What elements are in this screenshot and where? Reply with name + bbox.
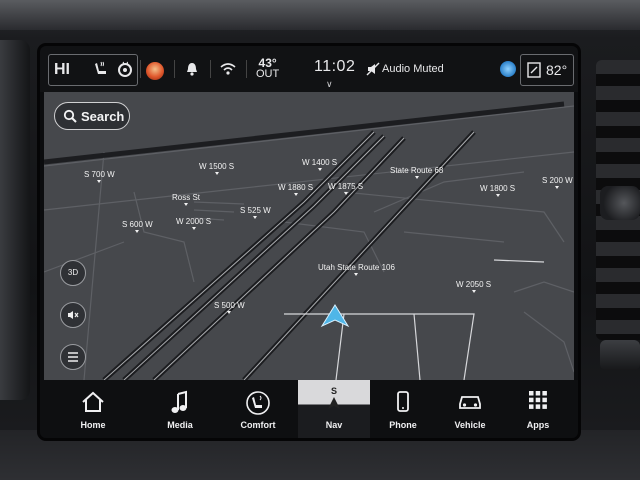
- nav-tab-label: Phone: [389, 420, 417, 430]
- nav-tab-vehicle[interactable]: Vehicle: [438, 380, 502, 438]
- road-label: W 1880 S: [278, 183, 314, 196]
- status-separator: [140, 60, 141, 78]
- road-label: W 1875 S: [328, 182, 364, 195]
- nav-tab-apps[interactable]: Apps: [506, 380, 570, 438]
- nav-tab-label: Media: [167, 420, 193, 430]
- road-label: State Route 68: [390, 166, 444, 179]
- road-label: S 700 W: [84, 170, 115, 183]
- status-separator: [174, 60, 175, 78]
- status-separator: [246, 60, 247, 78]
- nav-tab-media[interactable]: Media: [140, 380, 220, 438]
- status-bar: HI 43° OUT 11:02 ∨ Audio Muted 82°: [40, 46, 578, 92]
- vent-knob[interactable]: [600, 186, 640, 220]
- audio-status[interactable]: Audio Muted: [382, 63, 444, 75]
- road-label: S 200 W: [542, 176, 573, 189]
- menu-icon: [68, 352, 78, 362]
- road-label: S 500 W: [214, 301, 245, 314]
- nav-tab-home[interactable]: Home: [54, 380, 132, 438]
- view-3d-button[interactable]: 3D: [60, 260, 86, 286]
- dashboard-top-trim: [0, 0, 640, 30]
- road-label: W 2050 S: [456, 280, 492, 293]
- road-label: W 2000 S: [176, 217, 212, 230]
- navigation-map[interactable]: W 1500 S W 1400 S S 700 W State Route 68…: [44, 92, 574, 380]
- compass-heading: S: [330, 386, 338, 396]
- search-button[interactable]: Search: [54, 102, 130, 130]
- dashboard-left-trim: [0, 40, 30, 400]
- road-label: Ross St: [172, 193, 201, 206]
- dashboard-side-button[interactable]: [600, 340, 640, 370]
- bottom-nav-bar: Home Media Comfort S Nav Phone Vehicle A…: [40, 380, 578, 438]
- bell-icon[interactable]: [184, 61, 200, 82]
- apps-grid-icon: [528, 390, 548, 415]
- nav-tab-label: Home: [80, 420, 106, 430]
- nav-tab-label: Comfort: [240, 420, 276, 430]
- navigation-arrow-icon: [327, 396, 341, 414]
- status-separator: [210, 60, 211, 78]
- climate-icon[interactable]: [526, 61, 542, 84]
- user-avatar[interactable]: [146, 62, 164, 80]
- road-label: W 1800 S: [480, 184, 516, 197]
- speaker-muted-icon[interactable]: [366, 62, 380, 81]
- nav-tab-label: Apps: [526, 420, 550, 430]
- search-label: Search: [81, 109, 125, 124]
- comfort-seat-icon: [245, 390, 271, 421]
- nav-tab-comfort[interactable]: Comfort: [220, 380, 296, 438]
- infotainment-screen: HI 43° OUT 11:02 ∨ Audio Muted 82° W 150…: [40, 46, 578, 438]
- cabin-temperature[interactable]: 82°: [546, 62, 567, 78]
- chevron-down-icon[interactable]: ∨: [326, 79, 333, 90]
- map-roads: [44, 101, 574, 380]
- road-label: S 525 W: [240, 206, 271, 219]
- outside-temp-label: OUT: [256, 68, 280, 80]
- road-label: S 600 W: [122, 220, 153, 233]
- nav-tab-phone[interactable]: Phone: [372, 380, 434, 438]
- view-3d-label: 3D: [67, 268, 79, 277]
- mute-guidance-button[interactable]: [60, 302, 86, 328]
- map-menu-button[interactable]: [60, 344, 86, 370]
- speaker-muted-icon: [68, 311, 79, 319]
- road-label: W 1500 S: [199, 162, 235, 175]
- heated-steering-wheel-icon[interactable]: [116, 60, 134, 83]
- music-note-icon: [170, 390, 190, 421]
- hi-label[interactable]: HI: [54, 61, 70, 79]
- outside-temperature: 43° OUT: [256, 57, 280, 80]
- clock[interactable]: 11:02: [314, 58, 355, 76]
- nav-tab-label: Vehicle: [454, 420, 486, 430]
- home-icon: [80, 390, 106, 419]
- phone-icon: [395, 390, 411, 419]
- car-icon: [457, 390, 483, 417]
- wifi-icon[interactable]: [220, 62, 236, 81]
- alexa-icon[interactable]: [500, 61, 516, 77]
- road-label: Utah State Route 106: [318, 263, 395, 276]
- nav-tab-nav[interactable]: S Nav: [298, 380, 370, 438]
- road-label: W 1400 S: [302, 158, 338, 171]
- heated-seat-icon[interactable]: [92, 60, 110, 83]
- nav-tab-label: Nav: [325, 420, 343, 430]
